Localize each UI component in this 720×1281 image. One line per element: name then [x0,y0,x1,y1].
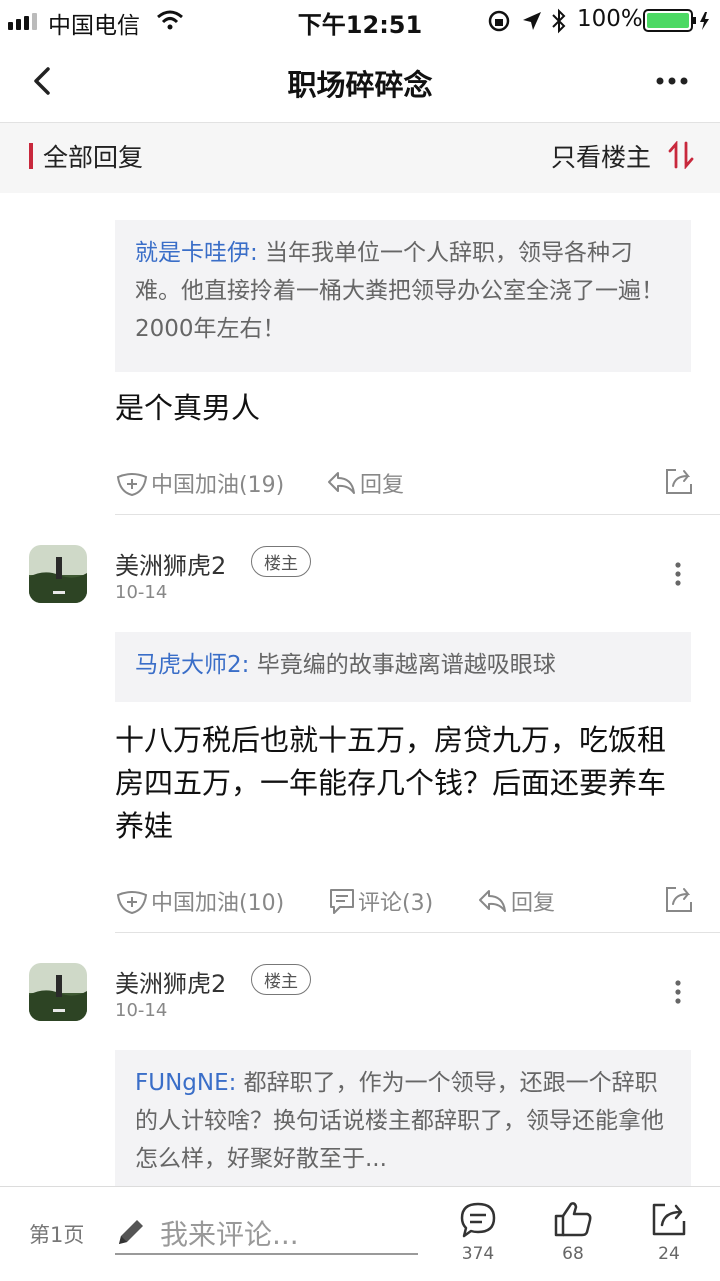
quoted-reply[interactable]: FUNgNE: 都辞职了，作为一个领导，还跟一个辞职的人计较啥？换句话说楼主都辞… [115,1050,691,1186]
reply-icon [328,472,355,494]
share-post-icon[interactable] [650,1199,688,1239]
reply-label: 回复 [511,891,556,916]
comment-label: 评论(3) [358,891,434,916]
cheer-icon [116,891,148,915]
bluetooth-icon [552,8,566,34]
more-options-icon[interactable] [656,76,688,86]
share-icon[interactable] [664,466,694,496]
avatar-image [29,545,87,603]
page-indicator[interactable]: 第1页 [29,1219,84,1249]
post-date: 10-14 [115,582,168,603]
owner-only-toggle[interactable]: 只看楼主 [551,138,651,174]
quoted-text: 毕竟编的故事越离谱越吸眼球 [249,652,556,678]
author-name[interactable]: 美洲狮虎2 [115,964,226,999]
reply-body: 十八万税后也就十五万，房贷九万，吃饭租房四五万，一年能存几个钱？后面还要养车养娃 [115,723,667,843]
rotation-lock-icon [488,10,510,32]
post-menu-icon[interactable] [674,979,682,1005]
comment-icon [330,889,354,914]
cheer-button[interactable]: 中国加油(19) [115,467,284,499]
bottom-bar [0,1186,720,1281]
owner-badge: 楼主 [251,964,311,995]
reply-button[interactable]: 回复 [477,885,555,917]
reply-label: 回复 [360,473,405,498]
quoted-author[interactable]: FUNgNE: [135,1070,236,1096]
share-icon[interactable] [664,884,694,914]
like-count: 68 [562,1244,584,1264]
avatar[interactable] [29,963,87,1021]
post-divider [115,932,720,933]
page-title: 职场碎碎念 [287,68,433,102]
battery-percent: 100% [577,6,643,32]
status-bar: 中国电信 下午12:51 100% [0,0,720,40]
comment-input[interactable]: 我来评论... [160,1213,299,1253]
filter-accent-bar [29,143,33,169]
quoted-reply[interactable]: 就是卡哇伊: 当年我单位一个人辞职，领导各种刁难。他直接拎着一桶大粪把领导办公室… [115,220,691,372]
reply-button[interactable]: 回复 [326,467,404,499]
avatar[interactable] [29,545,87,603]
reply-icon [479,890,506,912]
post-menu-icon[interactable] [674,561,682,587]
quoted-author[interactable]: 马虎大师2: [135,652,249,678]
quoted-author[interactable]: 就是卡哇伊: [135,240,258,266]
owner-badge: 楼主 [251,546,311,577]
cheer-label: 中国加油(10) [151,891,285,916]
cheer-icon [116,473,148,497]
post-divider [115,514,720,515]
cheer-label: 中国加油(19) [151,473,285,498]
pencil-icon [119,1220,143,1244]
author-name[interactable]: 美洲狮虎2 [115,546,226,581]
comment-button[interactable]: 评论(3) [328,885,433,917]
comment-input-underline [115,1253,418,1255]
battery-icon [643,9,709,32]
avatar-image [29,963,87,1021]
like-icon[interactable] [553,1199,593,1239]
comment-count: 374 [461,1244,495,1264]
post-date: 10-14 [115,1000,168,1021]
location-icon [523,12,541,30]
reply-body: 是个真男人 [115,391,261,425]
share-count: 24 [658,1244,680,1264]
cheer-button[interactable]: 中国加油(10) [115,885,284,917]
sort-icon[interactable] [668,141,694,169]
all-replies-tab[interactable]: 全部回复 [43,138,143,174]
quoted-reply[interactable]: 马虎大师2: 毕竟编的故事越离谱越吸眼球 [115,632,691,702]
comments-icon[interactable] [459,1201,497,1239]
